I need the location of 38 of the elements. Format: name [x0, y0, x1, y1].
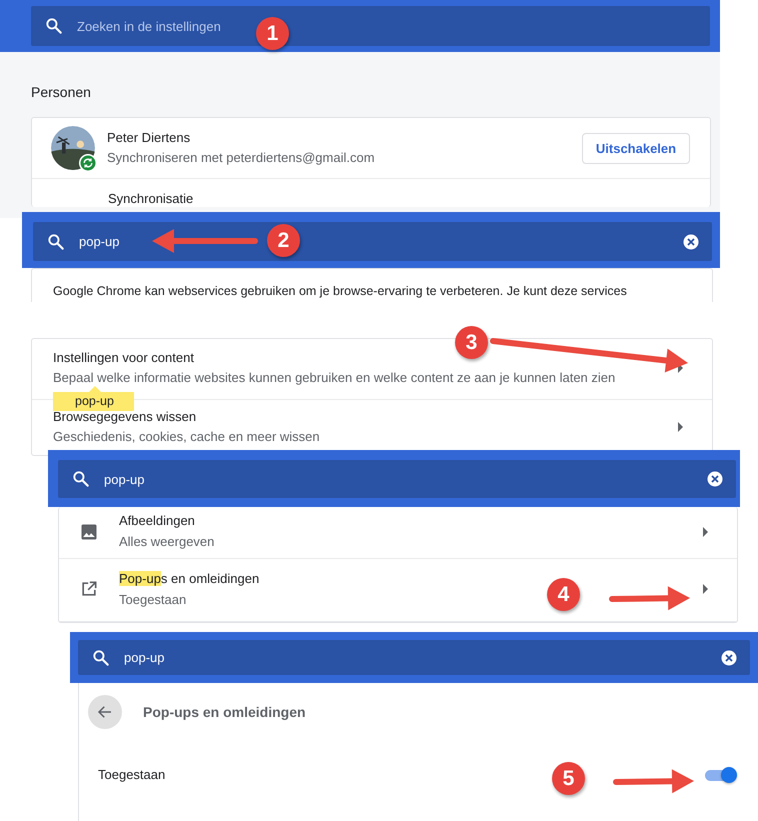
- search-icon: [91, 648, 111, 668]
- tooltip-pointer-icon: [89, 386, 101, 392]
- search-input[interactable]: pop-up: [124, 650, 720, 665]
- account-name: Peter Diertens: [107, 129, 190, 146]
- clear-search-button[interactable]: [682, 232, 700, 250]
- setting-label: Toegestaan: [98, 766, 166, 783]
- setting-title: Synchronisatie: [108, 190, 194, 207]
- search-icon: [71, 469, 91, 489]
- section-heading: Personen: [31, 84, 92, 100]
- search-field[interactable]: pop-up: [78, 640, 750, 675]
- setting-title: Instellingen voor content: [53, 348, 194, 366]
- setting-description: Bepaal welke informatie websites kunnen gebruiken en welke content ze aan je kunnen laten zien: [53, 368, 616, 386]
- setting-description: Toegestaan: [119, 590, 186, 608]
- setting-title: Afbeeldingen: [119, 512, 195, 529]
- close-icon: [682, 232, 700, 250]
- turn-off-button[interactable]: Uitschakelen: [582, 132, 690, 164]
- search-icon: [44, 16, 64, 36]
- search-field[interactable]: pop-up: [58, 460, 736, 498]
- setting-description: Geschiedenis, cookies, cache en meer wissen: [53, 428, 320, 446]
- setting-title: Browsegegevens wissen: [53, 408, 196, 425]
- chevron-icon: [678, 422, 683, 432]
- search-icon: [46, 232, 66, 252]
- setting-description: Alles weergeven: [119, 533, 214, 551]
- clear-search-button[interactable]: [706, 470, 724, 488]
- close-icon: [706, 470, 724, 488]
- back-button[interactable]: [88, 695, 122, 729]
- sync-icon: [79, 154, 97, 172]
- image-icon: [79, 522, 99, 542]
- setting-title: Pop-ups en omleidingen: [119, 570, 260, 586]
- clear-search-button[interactable]: [720, 648, 738, 666]
- chevron-icon: [703, 584, 708, 594]
- close-icon: [720, 648, 738, 666]
- search-input[interactable]: pop-up: [104, 472, 706, 486]
- description-text: Google Chrome kan webservices gebruiken om je browse-ervaring te verbeteren. Je kunt deze services: [52, 283, 628, 299]
- chevron-icon: [703, 526, 708, 536]
- page-title: Pop-ups en omleidingen: [143, 704, 306, 720]
- toggle-switch[interactable]: [703, 766, 737, 782]
- account-email: Synchroniseren met peterdiertens@gmail.com: [107, 149, 375, 167]
